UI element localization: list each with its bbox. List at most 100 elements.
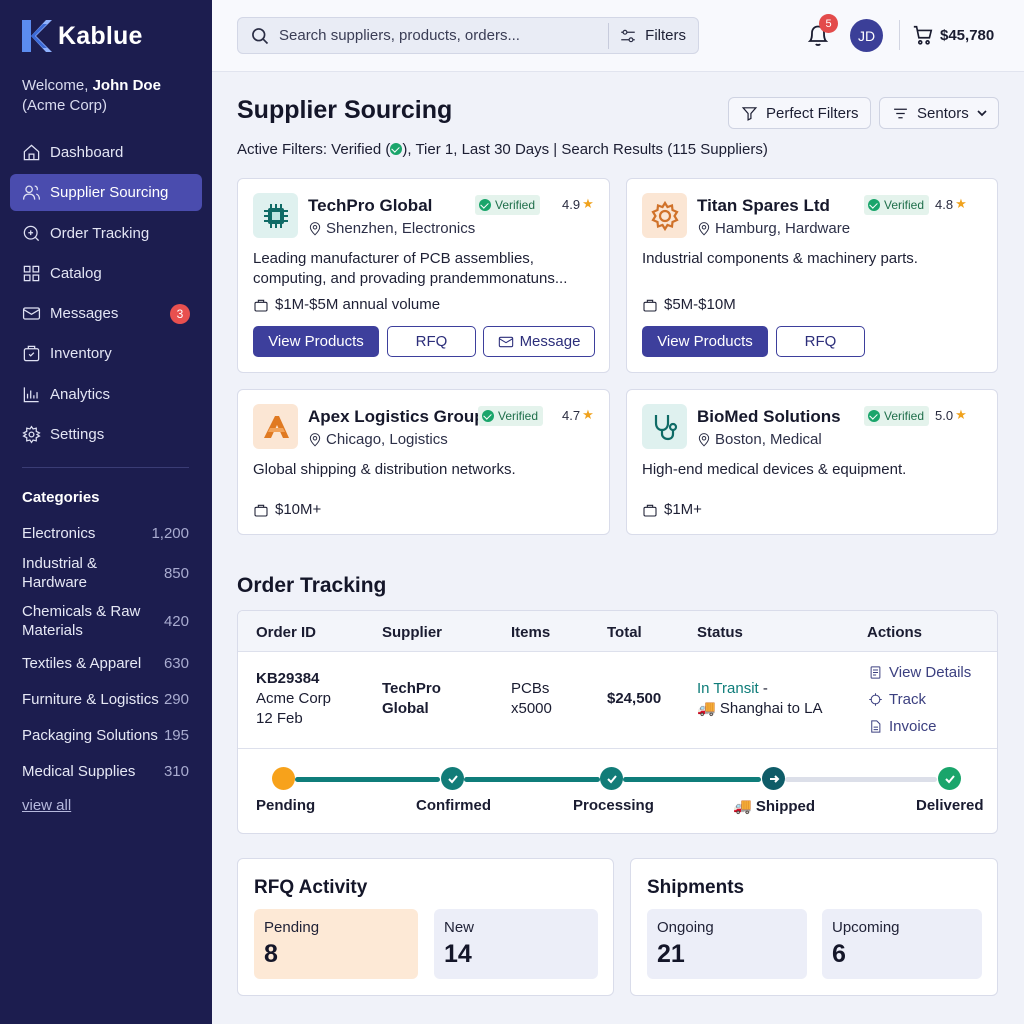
stat-label: Pending — [264, 919, 320, 936]
sidebar-item-label: Analytics — [50, 385, 111, 403]
shipments-upcoming-stat[interactable]: Upcoming 6 — [822, 909, 982, 979]
supplier-description: Global shipping & distribution networks. — [253, 461, 516, 478]
step-shipped-label: 🚚 Shipped — [733, 797, 815, 815]
supplier-volume: $1M+ — [642, 501, 702, 518]
verified-badge: Verified — [864, 406, 930, 426]
category-furniture-logistics[interactable]: Furniture & Logistics 290 — [22, 681, 189, 717]
supplier-card-biomed: BioMed Solutions Verified 5.0 ★ Boston, M… — [626, 389, 998, 535]
sidebar-item-order-tracking[interactable]: Order Tracking — [10, 215, 202, 252]
verified-check-icon — [868, 199, 880, 211]
category-textiles-apparel[interactable]: Textiles & Apparel 630 — [22, 645, 189, 681]
bar-chart-icon — [23, 387, 39, 403]
order-route: Shanghai to LA — [719, 700, 823, 717]
shipments-panel: Shipments Ongoing 21 Upcoming 6 — [630, 858, 998, 996]
chip-icon — [253, 193, 298, 238]
sidebar-item-analytics[interactable]: Analytics — [10, 376, 202, 413]
message-button[interactable]: Message — [483, 326, 595, 357]
sidebar-item-dashboard[interactable]: Dashboard — [10, 134, 202, 171]
view-all-categories-link[interactable]: view all — [22, 797, 71, 814]
home-icon — [23, 144, 40, 161]
category-packaging-solutions[interactable]: Packaging Solutions 195 — [22, 717, 189, 753]
mail-icon — [22, 307, 41, 320]
rfq-button[interactable]: RFQ — [776, 326, 865, 357]
welcome-message: Welcome, John Doe (Acme Corp) — [22, 76, 161, 116]
location-pin-icon — [698, 221, 710, 236]
supplier-name[interactable]: Titan Spares Ltd — [697, 196, 830, 216]
column-status: Status — [697, 624, 743, 641]
supplier-name[interactable]: BioMed Solutions — [697, 407, 841, 427]
supplier-location: Hamburg, Hardware — [697, 220, 850, 237]
view-details-link[interactable]: View Details — [868, 664, 971, 681]
sidebar-item-label: Messages — [50, 305, 119, 323]
status-in-transit: In Transit — [697, 680, 759, 697]
location-pin-icon — [309, 221, 321, 236]
avatar[interactable]: JD — [850, 19, 883, 52]
location-pin-icon — [309, 432, 321, 447]
category-electronics[interactable]: Electronics 1,200 — [22, 517, 189, 549]
category-chemicals-raw-materials[interactable]: Chemicals & Raw Materials 420 — [22, 597, 189, 645]
sidebar-item-supplier-sourcing[interactable]: Supplier Sourcing — [10, 174, 202, 212]
track-link[interactable]: Track — [868, 691, 926, 708]
stat-label: New — [444, 919, 475, 936]
funnel-icon — [741, 106, 758, 121]
category-label: Textiles & Apparel — [22, 654, 142, 672]
order-items-cell: PCBs x5000 — [511, 679, 552, 719]
filters-button[interactable]: Filters — [609, 27, 698, 45]
category-label: Chemicals & Raw Materials — [22, 603, 141, 639]
cart-button[interactable]: $45,780 — [912, 24, 994, 46]
invoice-link[interactable]: Invoice — [868, 718, 937, 735]
perfect-filters-button[interactable]: Perfect Filters — [728, 97, 871, 129]
step-pending-label: Pending — [256, 797, 316, 814]
categories-title: Categories — [22, 489, 100, 506]
supplier-volume: $10M+ — [253, 501, 321, 518]
supplier-card-techpro: TechPro Global Verified 4.9 ★ Shenzhen, E… — [237, 178, 610, 373]
chevron-down-icon — [977, 110, 987, 117]
verified-check-icon — [479, 199, 491, 211]
cart-icon — [913, 25, 933, 45]
verified-label: Verified — [498, 409, 539, 423]
sentors-dropdown[interactable]: Sentors — [879, 97, 999, 129]
grid-icon — [23, 265, 40, 282]
rfq-new-stat[interactable]: New 14 — [434, 909, 598, 979]
truck-icon: 🚚 — [733, 798, 752, 815]
progress-segment-2 — [464, 777, 600, 782]
supplier-name[interactable]: Apex Logistics Group — [308, 407, 485, 427]
order-id-cell: KB29384 Acme Corp 12 Feb — [256, 669, 331, 729]
order-id: KB29384 — [256, 670, 320, 687]
star-icon: ★ — [582, 196, 594, 211]
step-delivered-label: Delivered — [916, 797, 984, 814]
perfect-filters-label: Perfect Filters — [766, 104, 859, 122]
view-products-button[interactable]: View Products — [642, 326, 768, 357]
star-icon: ★ — [955, 407, 967, 422]
sidebar-item-catalog[interactable]: Catalog — [10, 255, 202, 292]
category-industrial-hardware[interactable]: Industrial & Hardware 850 — [22, 549, 189, 597]
rfq-button[interactable]: RFQ — [387, 326, 476, 357]
progress-segment-4 — [785, 777, 937, 782]
supplier-rating: 5.0 ★ — [935, 407, 967, 423]
volume-text: $5M-$10M — [664, 296, 736, 313]
view-products-button[interactable]: View Products — [253, 326, 379, 357]
category-count: 850 — [163, 564, 189, 582]
verified-label: Verified — [495, 198, 536, 212]
volume-text: $10M+ — [275, 501, 322, 518]
step-pending-dot — [272, 767, 295, 790]
sidebar-item-settings[interactable]: Settings — [10, 416, 202, 453]
view-details-label: View Details — [889, 664, 972, 681]
search-bar[interactable]: Search suppliers, products, orders... Fi… — [237, 17, 699, 54]
logo[interactable]: Kablue — [22, 20, 143, 52]
search-input[interactable]: Search suppliers, products, orders... — [279, 27, 608, 44]
invoice-label: Invoice — [889, 718, 937, 735]
sidebar-item-inventory[interactable]: Inventory — [10, 335, 202, 372]
bag-icon — [643, 299, 657, 312]
sentors-label: Sentors — [917, 104, 969, 122]
step-confirmed-label: Confirmed — [416, 797, 491, 814]
app-name: Kablue — [58, 21, 143, 50]
sidebar-item-messages[interactable]: Messages 3 — [10, 295, 202, 332]
step-shipped-arrow-icon — [762, 767, 785, 790]
rfq-pending-stat[interactable]: Pending 8 — [254, 909, 418, 979]
category-medical-supplies[interactable]: Medical Supplies 310 — [22, 753, 189, 789]
step-processing-check-icon — [600, 767, 623, 790]
rfq-activity-title: RFQ Activity — [254, 877, 368, 898]
supplier-name[interactable]: TechPro Global — [308, 196, 432, 216]
shipments-ongoing-stat[interactable]: Ongoing 21 — [647, 909, 807, 979]
